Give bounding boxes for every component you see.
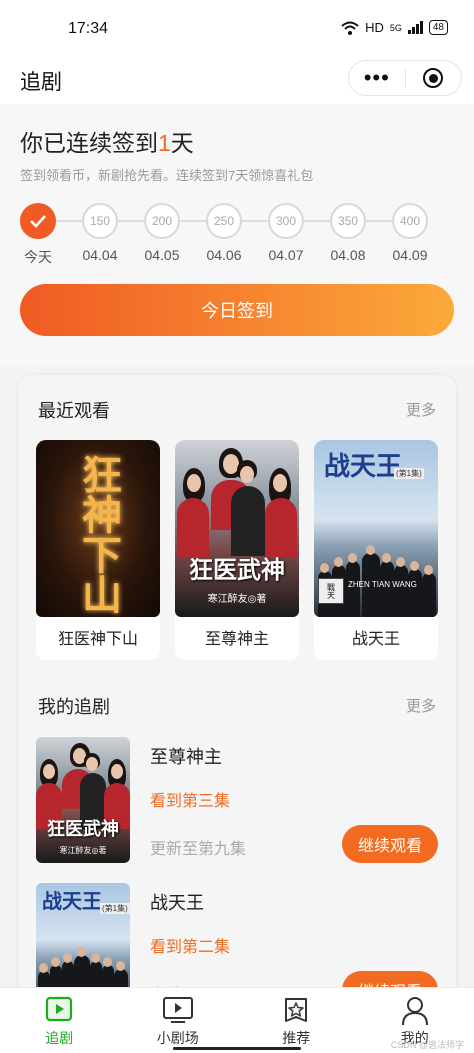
tab-recommend[interactable]: 推荐 (237, 988, 356, 1053)
step-coin: 200 (144, 203, 180, 239)
drama-poster: 狂神下山 (36, 440, 160, 617)
tab-theater[interactable]: 小剧场 (119, 988, 238, 1053)
tab-label: 小剧场 (156, 1030, 199, 1046)
poster-seal: 戰天 (318, 578, 344, 604)
step-today (20, 203, 56, 239)
poster-title: 战天王 (42, 889, 102, 913)
step-date: 04.04 (82, 247, 118, 263)
status-time: 17:34 (68, 20, 109, 37)
recent-item[interactable]: 战天王 (第1集) 戰天 ZHEN TIAN WANG 战天王 (314, 440, 438, 660)
signal-label: 5G (389, 22, 402, 33)
star-badge-icon (285, 998, 308, 1022)
drama-poster: 狂医武神 寒江醉友◎著 (36, 737, 130, 863)
step-coin: 250 (206, 203, 242, 239)
poster-subtitle: ZHEN TIAN WANG (348, 580, 417, 589)
tab-label: 追剧 (45, 1030, 74, 1046)
mine-title: 我的追剧 (38, 697, 110, 717)
drama-progress: 看到第二集 (150, 939, 231, 956)
drama-name: 战天王 (150, 893, 204, 913)
recent-more-link[interactable]: 更多 (406, 399, 436, 420)
tab-label: 推荐 (282, 1030, 311, 1046)
recent-item[interactable]: 狂医武神 寒江醉友◎著 至尊神主 (175, 440, 299, 660)
status-icons: HD 5G 48 (341, 20, 448, 35)
step-coin: 150 (82, 203, 118, 239)
user-icon (401, 997, 428, 1026)
checkin-section: 你已连续签到1天 签到领看币，新剧抢先看。连续签到7天领惊喜礼包 今天 150 … (0, 104, 474, 366)
drama-name: 至尊神主 (150, 747, 222, 767)
recent-item-name: 战天王 (351, 631, 400, 648)
poster-title: 狂医武神 (47, 819, 119, 840)
network-label: HD (365, 20, 384, 35)
play-square-icon (46, 996, 73, 1022)
poster-author: 寒江醉友◎著 (207, 594, 267, 605)
screen-play-icon (162, 997, 193, 1023)
target-icon[interactable] (405, 68, 461, 88)
recent-item[interactable]: 狂神下山 狂医神下山 (36, 440, 160, 660)
page-title: 追剧 (20, 71, 62, 94)
step-date: 04.07 (268, 247, 304, 263)
home-indicator (173, 1047, 301, 1050)
poster-episode: (第1集) (394, 468, 424, 479)
step-date: 04.05 (144, 247, 180, 263)
battery-icon: 48 (428, 20, 448, 35)
checkin-title: 你已连续签到1天 (20, 130, 194, 156)
wifi-icon (341, 21, 359, 35)
mini-program-capsule: ••• (348, 60, 462, 96)
poster-title: 战天王 (324, 452, 403, 482)
step-date: 04.08 (330, 247, 366, 263)
mine-more-link[interactable]: 更多 (406, 695, 436, 716)
status-bar: 17:34 HD 5G 48 (0, 0, 474, 58)
checkin-subtitle: 签到领看币，新剧抢先看。连续签到7天领惊喜礼包 (20, 168, 314, 183)
signal-icon (407, 21, 423, 34)
step-date: 04.09 (392, 247, 428, 263)
recent-title: 最近观看 (38, 401, 110, 421)
step-coin: 400 (392, 203, 428, 239)
poster-author: 寒江醉友◎著 (59, 846, 107, 855)
drama-update-status: 更新至第九集 (150, 841, 247, 858)
watermark: CSDN @逃法师字 (390, 1040, 464, 1050)
more-dots-icon[interactable]: ••• (349, 67, 405, 89)
recent-item-name: 至尊神主 (204, 631, 269, 648)
step-coin: 350 (330, 203, 366, 239)
step-coin: 300 (268, 203, 304, 239)
tab-chase[interactable]: 追剧 (0, 988, 119, 1053)
nav-bar: 追剧 ••• (0, 58, 474, 104)
drama-progress: 看到第三集 (150, 793, 231, 810)
poster-title: 狂神下山 (75, 454, 122, 614)
drama-poster: 狂医武神 寒江醉友◎著 (175, 440, 299, 617)
checkin-button[interactable]: 今日签到 (20, 284, 454, 336)
poster-episode: (第1集) (100, 903, 130, 914)
checkin-days: 1 (158, 130, 171, 156)
step-date: 04.06 (206, 247, 242, 263)
drama-row[interactable]: 狂医武神 寒江醉友◎著 至尊神主 看到第三集 更新至第九集 继续观看 (36, 737, 438, 867)
recent-item-name: 狂医神下山 (57, 631, 138, 648)
poster-title: 狂医武神 (189, 555, 285, 584)
step-date: 今天 (24, 249, 52, 265)
drama-poster: 战天王 (第1集) 戰天 ZHEN TIAN WANG (314, 440, 438, 617)
continue-watching-button[interactable]: 继续观看 (342, 825, 438, 863)
checkin-steps: 今天 150 04.04 200 04.05 250 04.06 300 04.… (20, 203, 434, 273)
check-icon (30, 215, 46, 228)
content-card: 最近观看 更多 狂神下山 狂医神下山 狂医武神 寒江醉友◎著 至尊神主 战天王 … (18, 375, 456, 1053)
